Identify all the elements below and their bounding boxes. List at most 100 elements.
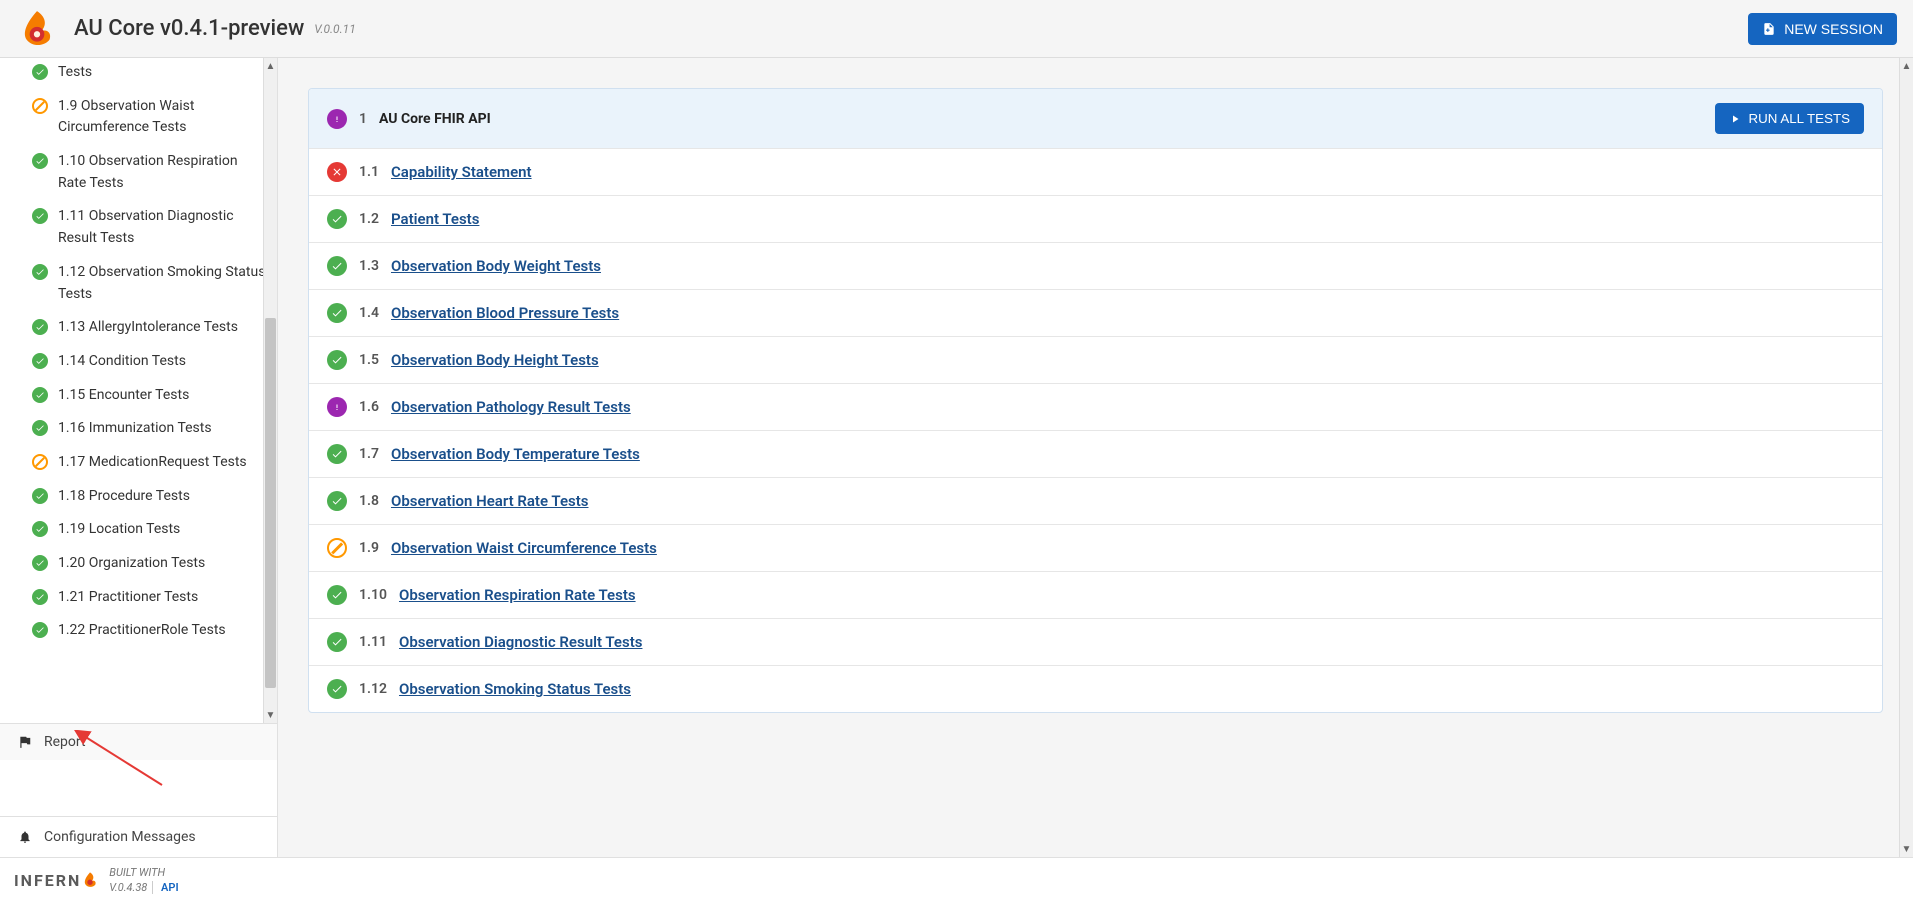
sidebar-item-1.18[interactable]: 1.18 Procedure Tests	[0, 480, 277, 514]
status-pass-icon	[32, 353, 48, 369]
status-pass-icon	[327, 350, 347, 370]
status-skip-icon	[32, 454, 48, 470]
status-pass-icon	[32, 64, 48, 80]
status-warn-icon	[327, 397, 347, 417]
status-skip-icon	[32, 98, 48, 114]
sidebar-item-label: 1.14 Condition Tests	[58, 351, 186, 373]
test-row-1.9[interactable]: 1.9 Observation Waist Circumference Tests	[309, 524, 1882, 571]
sidebar-item-1.15[interactable]: 1.15 Encounter Tests	[0, 379, 277, 413]
test-name-link[interactable]: Observation Blood Pressure Tests	[391, 304, 619, 322]
sidebar-item-1.14[interactable]: 1.14 Condition Tests	[0, 345, 277, 379]
test-group-header: 1 AU Core FHIR API RUN ALL TESTS	[309, 89, 1882, 148]
test-name-link[interactable]: Observation Smoking Status Tests	[399, 680, 631, 698]
test-name-link[interactable]: Observation Body Weight Tests	[391, 257, 601, 275]
test-index: 1.5	[359, 352, 379, 368]
sidebar-item-1.8[interactable]: Tests	[0, 58, 277, 90]
status-pass-icon	[327, 256, 347, 276]
footer-meta: BUILT WITH V.0.4.38 API	[109, 866, 178, 895]
test-name-link[interactable]: Capability Statement	[391, 163, 532, 181]
status-pass-icon	[32, 589, 48, 605]
test-row-1.4[interactable]: 1.4 Observation Blood Pressure Tests	[309, 289, 1882, 336]
test-row-1.5[interactable]: 1.5 Observation Body Height Tests	[309, 336, 1882, 383]
scroll-up-icon[interactable]: ▲	[264, 58, 277, 74]
api-link[interactable]: API	[152, 881, 179, 894]
sidebar-item-label: 1.16 Immunization Tests	[58, 418, 212, 440]
test-row-1.1[interactable]: 1.1 Capability Statement	[309, 148, 1882, 195]
sidebar-item-1.13[interactable]: 1.13 AllergyIntolerance Tests	[0, 311, 277, 345]
test-name-link[interactable]: Observation Pathology Result Tests	[391, 398, 631, 416]
test-name-link[interactable]: Observation Waist Circumference Tests	[391, 539, 657, 557]
scroll-down-icon[interactable]: ▼	[264, 707, 277, 723]
sidebar-item-1.12[interactable]: 1.12 Observation Smoking Status Tests	[0, 256, 277, 311]
sidebar: Tests 1.9 Observation Waist Circumference…	[0, 58, 278, 857]
sidebar-item-1.22[interactable]: 1.22 PractitionerRole Tests	[0, 614, 277, 648]
app-version: V.0.0.11	[314, 22, 355, 36]
test-name-link[interactable]: Observation Body Temperature Tests	[391, 445, 640, 463]
group-index: 1	[359, 111, 367, 127]
sidebar-item-1.20[interactable]: 1.20 Organization Tests	[0, 547, 277, 581]
test-row-1.3[interactable]: 1.3 Observation Body Weight Tests	[309, 242, 1882, 289]
sidebar-item-1.10[interactable]: 1.10 Observation Respiration Rate Tests	[0, 145, 277, 200]
test-index: 1.9	[359, 540, 379, 556]
sidebar-report-button[interactable]: Report	[0, 723, 277, 760]
test-row-1.8[interactable]: 1.8 Observation Heart Rate Tests	[309, 477, 1882, 524]
test-index: 1.11	[359, 634, 387, 650]
test-index: 1.3	[359, 258, 379, 274]
scroll-thumb[interactable]	[265, 318, 276, 688]
scroll-up-icon[interactable]: ▲	[1900, 58, 1913, 74]
test-row-1.6[interactable]: 1.6 Observation Pathology Result Tests	[309, 383, 1882, 430]
test-name-link[interactable]: Observation Diagnostic Result Tests	[399, 633, 642, 651]
sidebar-item-label: 1.11 Observation Diagnostic Result Tests	[58, 206, 267, 249]
sidebar-item-label: 1.18 Procedure Tests	[58, 486, 190, 508]
main-scrollbar[interactable]: ▲ ▼	[1899, 58, 1913, 857]
test-index: 1.1	[359, 164, 379, 180]
sidebar-test-list: Tests 1.9 Observation Waist Circumference…	[0, 58, 277, 723]
test-index: 1.12	[359, 681, 387, 697]
status-pass-icon	[327, 491, 347, 511]
sidebar-item-1.16[interactable]: 1.16 Immunization Tests	[0, 412, 277, 446]
status-pass-icon	[32, 387, 48, 403]
sidebar-item-1.11[interactable]: 1.11 Observation Diagnostic Result Tests	[0, 200, 277, 255]
sidebar-item-1.9[interactable]: 1.9 Observation Waist Circumference Test…	[0, 90, 277, 145]
status-pass-icon	[32, 488, 48, 504]
test-name-link[interactable]: Observation Body Height Tests	[391, 351, 599, 369]
test-name-link[interactable]: Observation Heart Rate Tests	[391, 492, 589, 510]
sidebar-item-label: 1.12 Observation Smoking Status Tests	[58, 262, 267, 305]
new-session-button[interactable]: NEW SESSION	[1748, 13, 1897, 45]
test-index: 1.8	[359, 493, 379, 509]
status-pass-icon	[32, 521, 48, 537]
test-index: 1.6	[359, 399, 379, 415]
sidebar-item-label: 1.9 Observation Waist Circumference Test…	[58, 96, 267, 139]
sidebar-item-label: 1.17 MedicationRequest Tests	[58, 452, 247, 474]
test-row-1.11[interactable]: 1.11 Observation Diagnostic Result Tests	[309, 618, 1882, 665]
test-row-1.12[interactable]: 1.12 Observation Smoking Status Tests	[309, 665, 1882, 712]
scroll-down-icon[interactable]: ▼	[1900, 841, 1913, 857]
status-skip-icon	[327, 538, 347, 558]
test-row-1.10[interactable]: 1.10 Observation Respiration Rate Tests	[309, 571, 1882, 618]
status-pass-icon	[327, 585, 347, 605]
test-index: 1.10	[359, 587, 387, 603]
sidebar-config-messages-button[interactable]: Configuration Messages	[0, 816, 277, 857]
play-icon	[1729, 113, 1741, 125]
sidebar-item-1.17[interactable]: 1.17 MedicationRequest Tests	[0, 446, 277, 480]
test-index: 1.4	[359, 305, 379, 321]
test-name-link[interactable]: Observation Respiration Rate Tests	[399, 586, 636, 604]
footer-brand: INFERN	[14, 871, 99, 890]
footer-logo-icon	[81, 871, 99, 889]
main-content: 1 AU Core FHIR API RUN ALL TESTS 1.1 Capa…	[278, 58, 1913, 857]
status-pass-icon	[327, 679, 347, 699]
test-row-1.7[interactable]: 1.7Observation Body Temperature Tests	[309, 430, 1882, 477]
sidebar-scrollbar[interactable]: ▲ ▼	[263, 58, 277, 723]
test-name-link[interactable]: Patient Tests	[391, 210, 479, 228]
sidebar-item-1.21[interactable]: 1.21 Practitioner Tests	[0, 581, 277, 615]
status-pass-icon	[32, 153, 48, 169]
sidebar-item-label: Tests	[58, 62, 92, 84]
sidebar-item-1.19[interactable]: 1.19 Location Tests	[0, 513, 277, 547]
app-logo-icon	[16, 8, 58, 50]
app-header: AU Core v0.4.1-preview V.0.0.11 NEW SESS…	[0, 0, 1913, 58]
footer: INFERN BUILT WITH V.0.4.38 API	[0, 857, 1913, 903]
run-all-tests-button[interactable]: RUN ALL TESTS	[1715, 103, 1864, 134]
test-row-1.2[interactable]: 1.2Patient Tests	[309, 195, 1882, 242]
status-pass-icon	[32, 420, 48, 436]
sidebar-item-label: 1.10 Observation Respiration Rate Tests	[58, 151, 267, 194]
